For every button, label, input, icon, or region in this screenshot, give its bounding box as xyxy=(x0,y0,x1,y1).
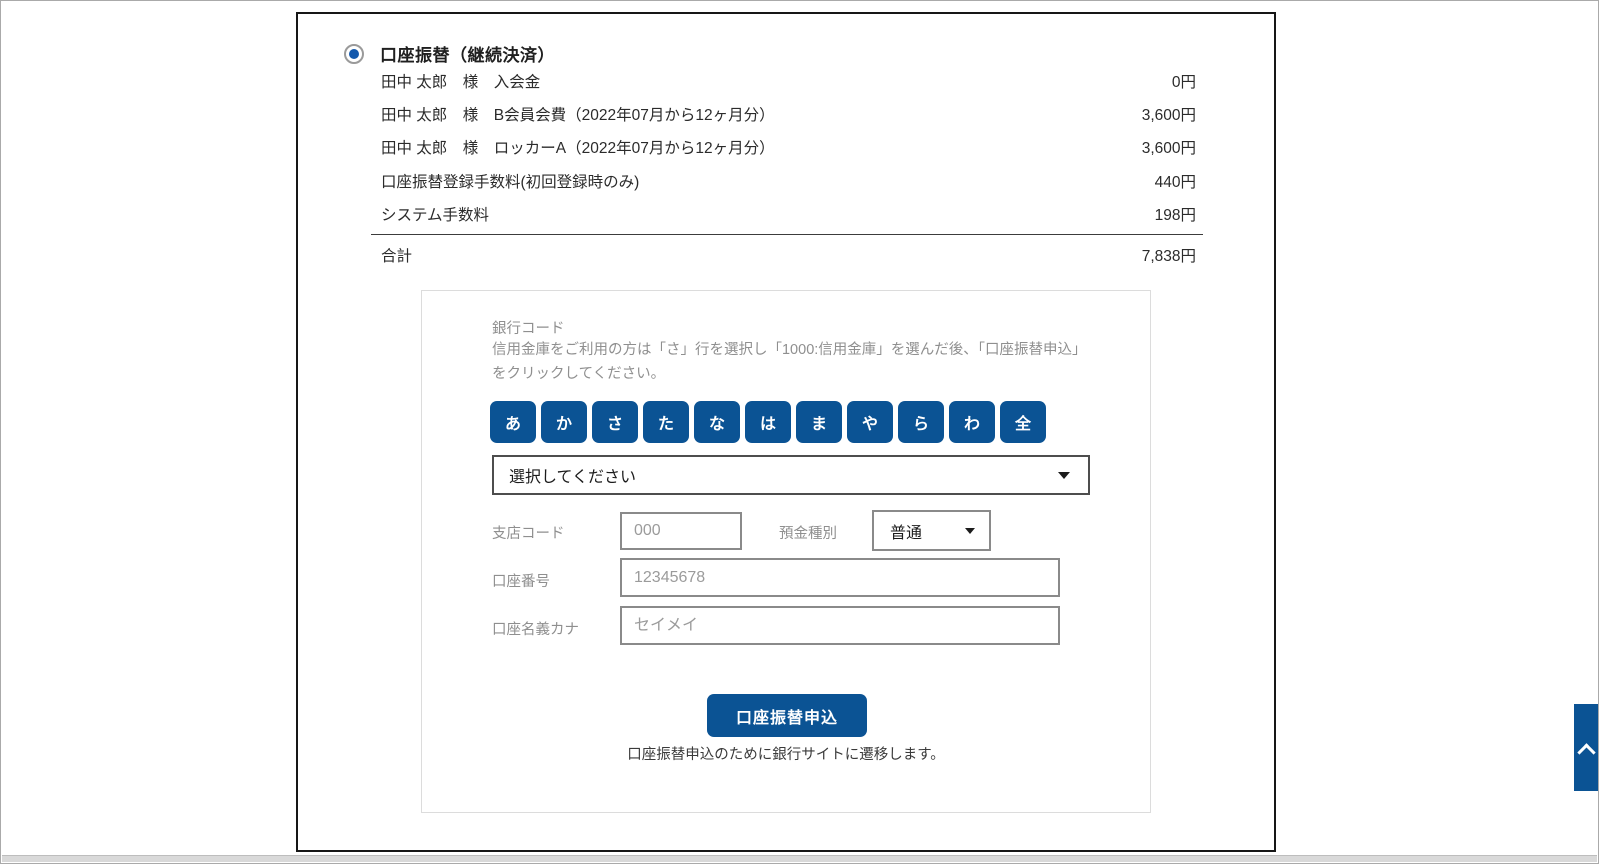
fee-row: 田中 太郎 様 入会金 0円 xyxy=(381,64,1196,97)
kana-filter-button[interactable]: た xyxy=(643,401,689,443)
bank-select[interactable]: 選択してください xyxy=(492,455,1090,495)
kana-filter-button[interactable]: わ xyxy=(949,401,995,443)
branch-code-input[interactable] xyxy=(620,512,742,550)
bank-code-label: 銀行コード xyxy=(492,317,565,338)
total-amount: 7,838円 xyxy=(1142,244,1196,266)
kana-filter-button[interactable]: や xyxy=(847,401,893,443)
radio-dot xyxy=(349,49,359,59)
total-divider xyxy=(371,234,1203,235)
fee-label: 口座振替登録手数料(初回登録時のみ) xyxy=(381,170,639,192)
deposit-type-select[interactable]: 普通 xyxy=(872,510,991,551)
kana-filter-button[interactable]: か xyxy=(541,401,587,443)
fee-row: 田中 太郎 様 B会員会費（2022年07月から12ヶ月分） 3,600円 xyxy=(381,97,1196,130)
chevron-down-icon xyxy=(1058,472,1070,479)
bank-redirect-note: 口座振替申込のために銀行サイトに遷移します。 xyxy=(422,743,1150,764)
total-row: 合計 7,838円 xyxy=(381,238,1196,271)
fee-row: 口座振替登録手数料(初回登録時のみ) 440円 xyxy=(381,164,1196,197)
back-to-top-button[interactable] xyxy=(1574,704,1599,791)
account-number-label: 口座番号 xyxy=(492,570,550,591)
deposit-type-value: 普通 xyxy=(890,519,922,543)
bank-instruction: 信用金庫をご利用の方は「さ」行を選択し「1000:信用金庫」を選んだ後、「口座振… xyxy=(492,339,1082,386)
fee-list: 田中 太郎 様 入会金 0円 田中 太郎 様 B会員会費（2022年07月から1… xyxy=(381,64,1196,231)
bank-select-value: 選択してください xyxy=(509,463,636,487)
fee-amount: 440円 xyxy=(1155,170,1196,192)
kana-filter-button[interactable]: 全 xyxy=(1000,401,1046,443)
fee-row: 田中 太郎 様 ロッカーA（2022年07月から12ヶ月分） 3,600円 xyxy=(381,131,1196,164)
fee-label: 田中 太郎 様 B会員会費（2022年07月から12ヶ月分） xyxy=(381,103,775,125)
chevron-up-icon xyxy=(1577,743,1595,761)
kana-filter-button[interactable]: は xyxy=(745,401,791,443)
bank-panel: 銀行コード 信用金庫をご利用の方は「さ」行を選択し「1000:信用金庫」を選んだ… xyxy=(421,290,1151,813)
fee-amount: 3,600円 xyxy=(1142,136,1196,158)
payment-method-title: 口座振替（継続決済） xyxy=(380,41,555,66)
chevron-down-icon xyxy=(965,528,975,534)
account-name-input[interactable] xyxy=(620,606,1060,645)
fee-row: システム手数料 198円 xyxy=(381,198,1196,231)
fee-label: 田中 太郎 様 入会金 xyxy=(381,70,540,92)
kana-filter-button[interactable]: あ xyxy=(490,401,536,443)
kana-filter-button[interactable]: さ xyxy=(592,401,638,443)
account-name-label: 口座名義カナ xyxy=(492,618,579,639)
page: 口座振替（継続決済） 田中 太郎 様 入会金 0円 田中 太郎 様 B会員会費（… xyxy=(0,0,1599,864)
deposit-type-label: 預金種別 xyxy=(779,522,837,543)
direct-debit-apply-button[interactable]: 口座振替申込 xyxy=(707,694,867,737)
branch-code-label: 支店コード xyxy=(492,522,565,543)
payment-method-row: 口座振替（継続決済） xyxy=(344,41,555,66)
kana-filter-button[interactable]: ま xyxy=(796,401,842,443)
account-number-input[interactable] xyxy=(620,558,1060,597)
kana-filter-row: あ か さ た な は ま や ら わ xyxy=(490,401,1046,443)
fee-amount: 0円 xyxy=(1172,70,1196,92)
direct-debit-radio[interactable] xyxy=(344,44,364,64)
total-label: 合計 xyxy=(381,244,412,266)
fee-amount: 3,600円 xyxy=(1142,103,1196,125)
fee-amount: 198円 xyxy=(1155,203,1196,225)
kana-filter-button[interactable]: な xyxy=(694,401,740,443)
fee-label: 田中 太郎 様 ロッカーA（2022年07月から12ヶ月分） xyxy=(381,136,775,158)
kana-filter-button[interactable]: ら xyxy=(898,401,944,443)
fee-label: システム手数料 xyxy=(381,203,489,225)
horizontal-scrollbar[interactable] xyxy=(2,855,1597,862)
payment-card: 口座振替（継続決済） 田中 太郎 様 入会金 0円 田中 太郎 様 B会員会費（… xyxy=(296,12,1276,852)
